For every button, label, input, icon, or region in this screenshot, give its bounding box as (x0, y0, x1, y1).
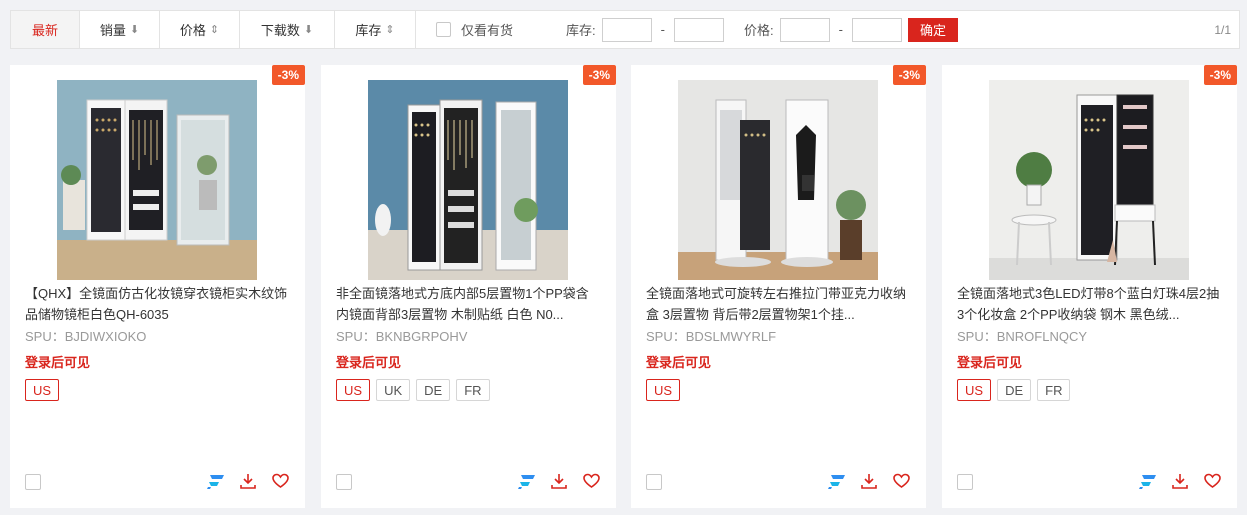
discount-badge: -3% (271, 65, 305, 85)
product-card[interactable]: -3% 【QHX】全镜面仿古化妆镜穿衣镜柜实木纹饰品储物镜柜白色QH-6035 … (10, 65, 305, 508)
region-tag: US (957, 379, 992, 401)
product-price: 登录后可见 (336, 355, 402, 370)
heart-icon[interactable] (892, 472, 910, 490)
led-mirror-cabinet-image (989, 80, 1189, 280)
pagination-indicator: 1/1 (1214, 22, 1231, 37)
region-tag: UK (376, 379, 411, 401)
heart-icon[interactable] (582, 472, 600, 490)
filter-bar: 最新 销量 ⬇ 价格 ⇕ 下载数 ⬇ 库存 ⇕ 仅看有货 库存: - 价格: -… (10, 10, 1240, 49)
standing-jewelry-mirror-cabinet-image (368, 80, 568, 280)
select-checkbox[interactable] (646, 474, 662, 490)
sort-tab-downloads[interactable]: 下载数 ⬇ (240, 11, 335, 48)
download-icon[interactable] (860, 472, 878, 490)
sort-down-icon: ⬇ (303, 24, 314, 36)
product-spu: SPU：BKNBGRPOHV (336, 329, 468, 344)
discount-badge: -3% (1203, 65, 1237, 85)
stock-only-label: 仅看有货 (461, 23, 514, 38)
heart-icon[interactable] (1203, 472, 1221, 490)
sort-tab-newest[interactable]: 最新 (11, 11, 80, 48)
select-checkbox[interactable] (336, 474, 352, 490)
publish-icon[interactable] (207, 472, 225, 490)
region-tag: DE (997, 379, 1032, 401)
region-tags: US (25, 379, 60, 401)
stock-only-toggle[interactable]: 仅看有货 (436, 20, 513, 39)
product-price: 登录后可见 (25, 355, 91, 370)
select-checkbox[interactable] (25, 474, 41, 490)
sort-tab-stock[interactable]: 库存 ⇕ (335, 11, 416, 48)
region-tags: US (646, 379, 681, 401)
confirm-button[interactable]: 确定 (907, 17, 958, 42)
download-icon[interactable] (239, 472, 257, 490)
stock-min-input[interactable] (601, 17, 652, 42)
price-min-input[interactable] (779, 17, 830, 42)
region-tag: FR (1037, 379, 1071, 401)
discount-badge: -3% (892, 65, 926, 85)
stock-range: 库存: - (566, 17, 724, 42)
publish-icon[interactable] (828, 472, 846, 490)
product-spu: SPU：BNROFLNQCY (957, 329, 1088, 344)
product-spu: SPU：BDSLMWYRLF (646, 329, 777, 344)
price-max-input[interactable] (851, 17, 902, 42)
card-actions (518, 472, 600, 490)
price-range: 价格: - 确定 (743, 17, 958, 42)
publish-icon[interactable] (518, 472, 536, 490)
product-image[interactable] (368, 80, 568, 280)
region-tag: DE (416, 379, 451, 401)
range-dash: - (838, 22, 843, 37)
card-actions (828, 472, 910, 490)
sort-tab-label: 销量 (99, 23, 126, 38)
product-image[interactable] (57, 80, 257, 280)
discount-badge: -3% (582, 65, 616, 85)
product-title[interactable]: 全镜面落地式可旋转左右推拉门带亚克力收纳盒 3层置物 背后带2层置物架1个挂..… (646, 283, 911, 325)
sort-updown-icon: ⇕ (209, 24, 220, 36)
stock-range-label: 库存: (566, 23, 596, 38)
sort-tab-price[interactable]: 价格 ⇕ (160, 11, 240, 48)
product-card[interactable]: -3% 全镜面落地式可旋转左右推拉门带亚克力收纳盒 3层置物 背后带2层置物架1… (631, 65, 926, 508)
sort-tab-sales[interactable]: 销量 ⬇ (80, 11, 160, 48)
heart-icon[interactable] (271, 472, 289, 490)
product-spu: SPU：BJDIWXIOKO (25, 329, 147, 344)
publish-icon[interactable] (1139, 472, 1157, 490)
select-checkbox[interactable] (957, 474, 973, 490)
range-dash: - (660, 22, 665, 37)
region-tag: US (25, 379, 60, 401)
region-tags: US DE FR (957, 379, 1071, 401)
sort-tab-label: 库存 (355, 23, 382, 38)
sort-tab-label: 价格 (179, 23, 206, 38)
price-range-label: 价格: (743, 23, 774, 38)
region-tag: FR (456, 379, 490, 401)
product-price: 登录后可见 (957, 355, 1023, 370)
region-tag: US (336, 379, 371, 401)
product-title[interactable]: 【QHX】全镜面仿古化妆镜穿衣镜柜实木纹饰品储物镜柜白色QH-6035 (25, 283, 290, 325)
product-image[interactable] (989, 80, 1189, 280)
product-title[interactable]: 全镜面落地式3色LED灯带8个蓝白灯珠4层2抽3个化妆盒 2个PP收纳袋 钢木 … (957, 283, 1222, 325)
region-tags: US UK DE FR (336, 379, 490, 401)
download-icon[interactable] (550, 472, 568, 490)
stock-only-checkbox[interactable] (436, 22, 451, 37)
card-actions (1139, 472, 1221, 490)
sort-updown-icon: ⇕ (385, 24, 395, 36)
product-price: 登录后可见 (646, 355, 712, 370)
sort-down-icon: ⬇ (129, 24, 140, 36)
product-card[interactable]: -3% 全镜面落地式3色LED灯带8个蓝白灯珠4层2抽3个化妆盒 2个PP收纳袋… (942, 65, 1237, 508)
rotating-mirror-cabinet-image (678, 80, 878, 280)
stock-max-input[interactable] (673, 17, 724, 42)
product-image[interactable] (678, 80, 878, 280)
download-icon[interactable] (1171, 472, 1189, 490)
wall-mounted-jewelry-mirror-cabinet-image (57, 80, 257, 280)
product-card[interactable]: -3% 非全面镜落地式方底内部5层置物1个PP袋含内镜面背部3层置物 木制贴纸 … (321, 65, 616, 508)
sort-tab-label: 最新 (31, 23, 58, 38)
card-actions (207, 472, 289, 490)
region-tag: US (646, 379, 681, 401)
sort-tab-label: 下载数 (260, 23, 300, 38)
product-title[interactable]: 非全面镜落地式方底内部5层置物1个PP袋含内镜面背部3层置物 木制贴纸 白色 N… (336, 283, 601, 325)
